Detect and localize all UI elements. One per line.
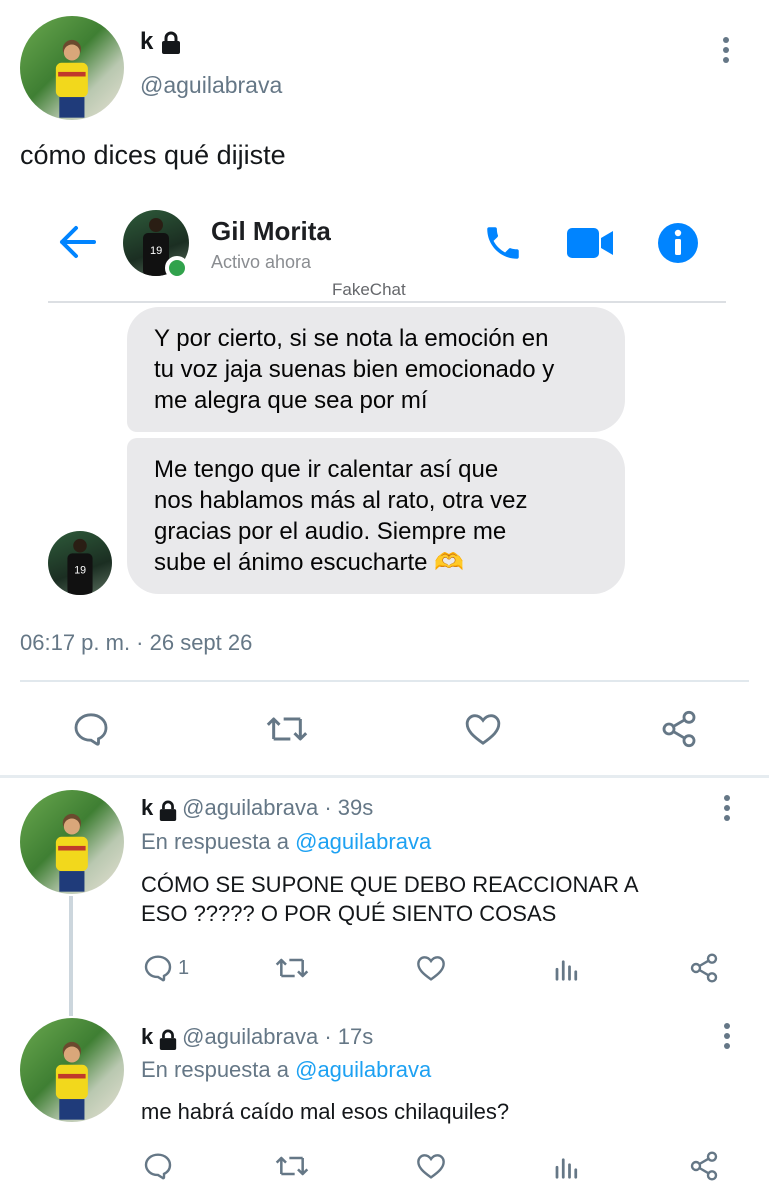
arrow-left-icon[interactable] — [56, 222, 98, 262]
info-icon[interactable] — [657, 222, 699, 264]
svg-text:19: 19 — [74, 565, 86, 577]
message-bubble: Y por cierto, si se nota la emoción en t… — [127, 307, 625, 432]
more-vertical-icon[interactable] — [716, 36, 736, 66]
avatar-figure — [55, 39, 88, 118]
author-name-row: k — [140, 28, 182, 56]
reply-text-line: CÓMO SE SUPONE QUE DEBO REACCIONAR A — [141, 872, 639, 897]
reply-handle-time[interactable]: @aguilabrava · 17s — [182, 1024, 373, 1049]
analytics-icon[interactable] — [552, 952, 582, 984]
reply-header: k @aguilabrava · 17s — [141, 1024, 373, 1051]
reply-avatar[interactable] — [20, 1018, 124, 1122]
fakechat-watermark: FakeChat — [332, 280, 406, 299]
reply-text: CÓMO SE SUPONE QUE DEBO REACCIONAR A ESO… — [141, 870, 639, 928]
chat-status: Activo ahora — [211, 252, 312, 272]
reply-context: En respuesta a @aguilabrava — [141, 829, 431, 855]
tweet-timestamp[interactable]: 06:17 p. m. · 26 sept 26 — [20, 630, 252, 656]
reply-context-mention[interactable]: @aguilabrava — [295, 1057, 431, 1082]
reply-context-prefix: En respuesta a — [141, 829, 289, 854]
contact-small-avatar: 19 — [48, 531, 112, 595]
lock-icon — [162, 31, 181, 54]
divider — [20, 680, 749, 682]
retweet-icon[interactable] — [273, 1150, 311, 1182]
share-icon[interactable] — [659, 709, 699, 749]
more-vertical-icon[interactable] — [717, 794, 737, 824]
reply-author-name: k — [141, 795, 154, 820]
reply-author-name: k — [141, 1024, 154, 1049]
heart-icon[interactable] — [414, 1150, 448, 1182]
video-camera-icon[interactable] — [567, 226, 615, 260]
reply-count: 1 — [178, 957, 190, 979]
message-line: Me tengo que ir calentar así que — [154, 456, 499, 483]
reply-icon[interactable] — [141, 1150, 175, 1182]
contact-small-figure: 19 — [67, 538, 93, 595]
message-line: me alegra que sea por mí — [154, 387, 428, 414]
message-line: tu voz jaja suenas bien emocionado y — [154, 356, 555, 383]
author-name: k — [140, 28, 154, 55]
message-line: nos hablamos más al rato, otra vez — [154, 487, 528, 514]
avatar-figure — [55, 813, 88, 892]
reply-text: me habrá caído mal esos chilaquiles? — [141, 1097, 509, 1126]
author-avatar[interactable] — [20, 16, 124, 120]
reply-text-line: ESO ????? O POR QUÉ SIENTO COSAS — [141, 901, 557, 926]
reply-context-mention[interactable]: @aguilabrava — [295, 829, 431, 854]
online-indicator — [165, 256, 189, 280]
svg-text:19: 19 — [150, 245, 162, 257]
analytics-icon[interactable] — [552, 1150, 582, 1182]
heart-icon[interactable] — [414, 952, 448, 984]
retweet-icon[interactable] — [273, 952, 311, 984]
reply-context: En respuesta a @aguilabrava — [141, 1057, 431, 1083]
more-vertical-icon[interactable] — [717, 1022, 737, 1052]
reply-context-prefix: En respuesta a — [141, 1057, 289, 1082]
reply-icon[interactable] — [71, 709, 111, 749]
lock-icon — [159, 800, 176, 821]
author-handle[interactable]: @aguilabrava — [140, 72, 282, 99]
message-line: sube el ánimo escucharte 🫶 — [154, 549, 465, 576]
phone-icon[interactable] — [482, 222, 524, 264]
retweet-icon[interactable] — [265, 709, 309, 749]
reply-icon[interactable] — [141, 952, 175, 984]
reply-handle-time[interactable]: @aguilabrava · 39s — [182, 795, 373, 820]
share-icon[interactable] — [688, 1150, 720, 1182]
reply-text-line: me habrá caído mal esos chilaquiles? — [141, 1099, 510, 1124]
thread-line — [69, 896, 73, 1016]
message-line: Y por cierto, si se nota la emoción en — [154, 325, 549, 352]
chat-contact-name[interactable]: Gil Morita — [211, 216, 331, 247]
message-bubble: Me tengo que ir calentar así que nos hab… — [127, 438, 625, 594]
section-divider — [0, 775, 769, 778]
reply-header: k @aguilabrava · 39s — [141, 795, 373, 822]
tweet-text: cómo dices qué dijiste — [20, 140, 286, 170]
chat-header-divider — [48, 301, 726, 303]
lock-icon — [159, 1029, 176, 1050]
heart-icon[interactable] — [462, 709, 504, 749]
avatar-figure — [55, 1041, 88, 1120]
message-line: gracias por el audio. Siempre me — [154, 518, 507, 545]
reply-avatar[interactable] — [20, 790, 124, 894]
share-icon[interactable] — [688, 952, 720, 984]
